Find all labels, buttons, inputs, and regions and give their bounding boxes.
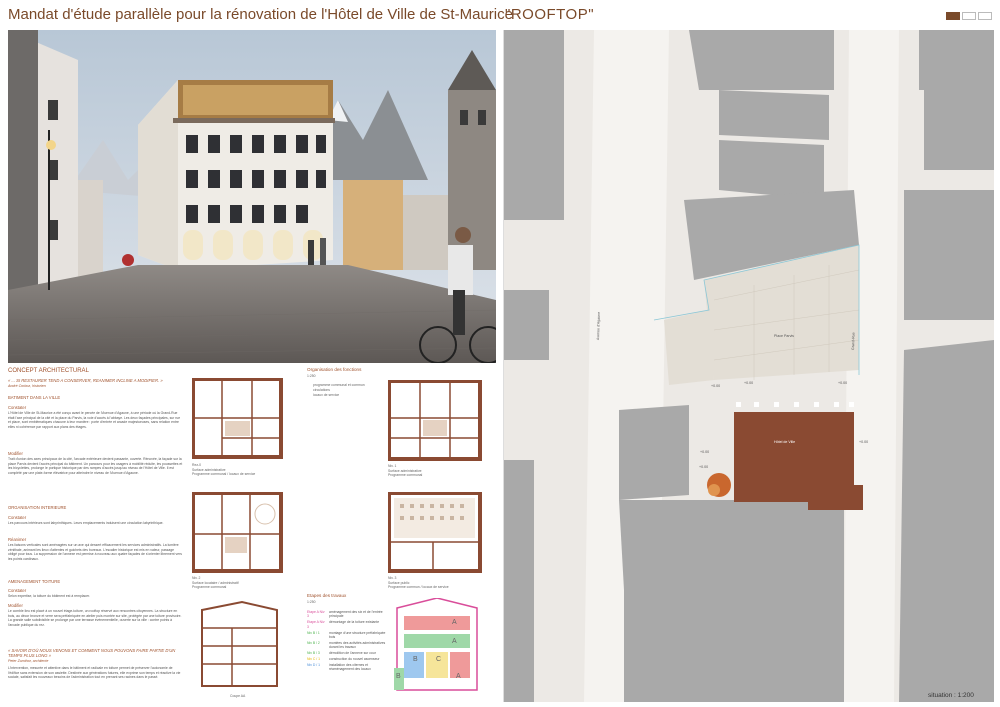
map-label-grandrue: Grand-Rue [851,332,856,351]
stage-tag: Etape A Niv 3 [307,620,325,629]
stage-item: Etape A Niv 3 démontage de la toiture exi… [307,620,387,629]
s3-title: AMENAGEMENT TOITURE [8,579,61,584]
stage-text: montées des activités administratives du… [329,640,386,650]
s3-constat: Constater [8,588,27,593]
stage-item: Etape A Niv 3 aménagement des six et de l… [307,610,387,619]
quote2: « SAVOIR D'OÙ NOUS VENONS ET COMMENT NOU… [8,648,176,658]
plan-rez-label: Rez-0 [192,463,202,467]
stage-tag: Niv D / 1 [307,663,320,668]
s2-p2: Les liaisons verticales sont aménagées s… [8,543,182,561]
stage-text: montage d'une structure préfabriquée boi… [329,630,386,640]
s3-modif: Modifier [8,603,23,608]
section-letter-6: B [396,673,401,680]
concept-heading: CONCEPT ARCHITECTURAL [8,368,89,374]
s2-reanim: Réanimer [8,537,27,542]
stage-tag: Niv B / 2 [307,640,320,645]
stage-item: Niv C / 1 construction du nouvel ascenseu… [307,657,387,661]
stage-item: Niv B / 2 montées des activités administr… [307,641,387,650]
page-title: Mandat d'étude parallèle pour la rénovat… [8,6,513,23]
s1-p2: Trait d'union des axes principaux de la … [8,457,183,475]
stage-item: Niv B / 1 montage d'une structure préfabr… [307,631,387,640]
functions-item-3: locaux de service [313,393,340,397]
s1-constat: Constater [8,405,27,410]
s1-p1: L'Hôtel de Ville de St-Maurice a été con… [8,411,181,429]
s2-p1: Les parcours intérieurs sont labyrinthiq… [8,521,164,525]
quote1: « ... SI RESTAURER TEND A CONSERVER, REA… [8,378,163,383]
map-level-6: +0.00 [699,465,709,469]
functions-title: Organisation des fonctions [307,367,362,372]
quote1-author: André Corboz, historien [8,384,46,388]
plan-niv1-label: Niv. 1 [388,464,397,468]
stage-tag: Etape A Niv 3 [307,610,325,619]
page-indicator-3[interactable] [978,12,992,20]
functions-scale: 1:250 [307,374,316,378]
stage-item: Niv B / 3 démolition de l'annexe sur cour [307,651,387,655]
plan-niv2 [192,492,283,573]
section-letter-3: B [413,656,418,663]
stage-tag: Niv B / 1 [307,630,320,635]
map-level-5: +0.00 [700,450,710,454]
stage-tag: Niv B / 3 [307,651,320,656]
stages-list: Etape A Niv 3 aménagement des six et de l… [307,610,387,673]
map-label-hotel: Hôtel de Ville [774,440,796,444]
plan-rez-caption: Surface administrative Programme communa… [192,468,256,477]
s2-constat: Constater [8,515,27,520]
map-level-3: +0.00 [838,381,848,385]
plan-niv2-label: Niv. 2 [192,576,201,580]
plan-rez [192,378,283,459]
stage-tag: Niv C / 1 [307,657,320,662]
stage-text: démolition de l'annexe sur cour [329,651,376,656]
plan-niv2-caption: Surface locataire / administratif Progra… [192,581,239,590]
quote2-author: Peter Zumthor, architecte [8,659,49,663]
map-level-1: +0.00 [711,384,721,388]
plan-niv3-label: Niv. 3 [388,576,397,580]
map-label-place: Place Parvis [774,334,794,338]
section-left-label: Coupe AA [230,694,246,698]
hero-rendering [8,30,496,363]
functions-item-2: circulations [313,388,330,392]
s1-modif: Modifier [8,451,23,456]
s3-p2: Le comble lieu est placé à un nouvel éta… [8,609,182,627]
situation-map: Avenue d'Agaune Grand-Rue Place Parvis H… [503,30,994,702]
stage-text: installation des citernes et réaménageme… [329,663,371,672]
stage-item: Niv D / 1 installation des citernes et ré… [307,663,387,672]
section-letter-1: A [452,619,457,626]
section-right [394,598,478,691]
s4-p: L'intervention, mesurée et attentive dan… [8,666,181,680]
plan-niv1 [388,380,482,461]
s3-p1: Selon expertise, la toiture du bâtiment … [8,594,90,598]
s1-title: BATIMENT DANS LA VILLE [8,395,61,400]
stages-title: Etapes des travaux [307,593,347,598]
plan-niv1-caption: Surface administrative Programme communa… [388,469,423,478]
s2-title: ORGANISATION INTERIEURE [8,505,67,510]
page-indicator-1[interactable] [946,12,960,20]
section-left [201,600,278,687]
section-letter-2: A [452,638,457,645]
plan-niv3 [388,492,482,573]
stage-text: démontage de la toiture existante [329,620,380,625]
map-level-4: +0.00 [859,440,869,444]
stage-text: construction du nouvel ascenseur [329,657,380,662]
page-indicator-2[interactable] [962,12,976,20]
functions-item-1: programme communal et commun [313,383,365,387]
stages-scale: 1:250 [307,600,316,604]
map-scale: situation : 1:200 [928,692,974,699]
stage-text: aménagement des six et de l'entrée princ… [329,610,383,619]
section-letter-4: C [436,656,442,663]
plan-niv3-caption: Surface public Programme commun / locaux… [388,581,449,590]
map-level-2: +0.00 [744,381,754,385]
project-name: "ROOFTOP" [505,6,595,23]
section-letter-5: A [456,673,461,680]
